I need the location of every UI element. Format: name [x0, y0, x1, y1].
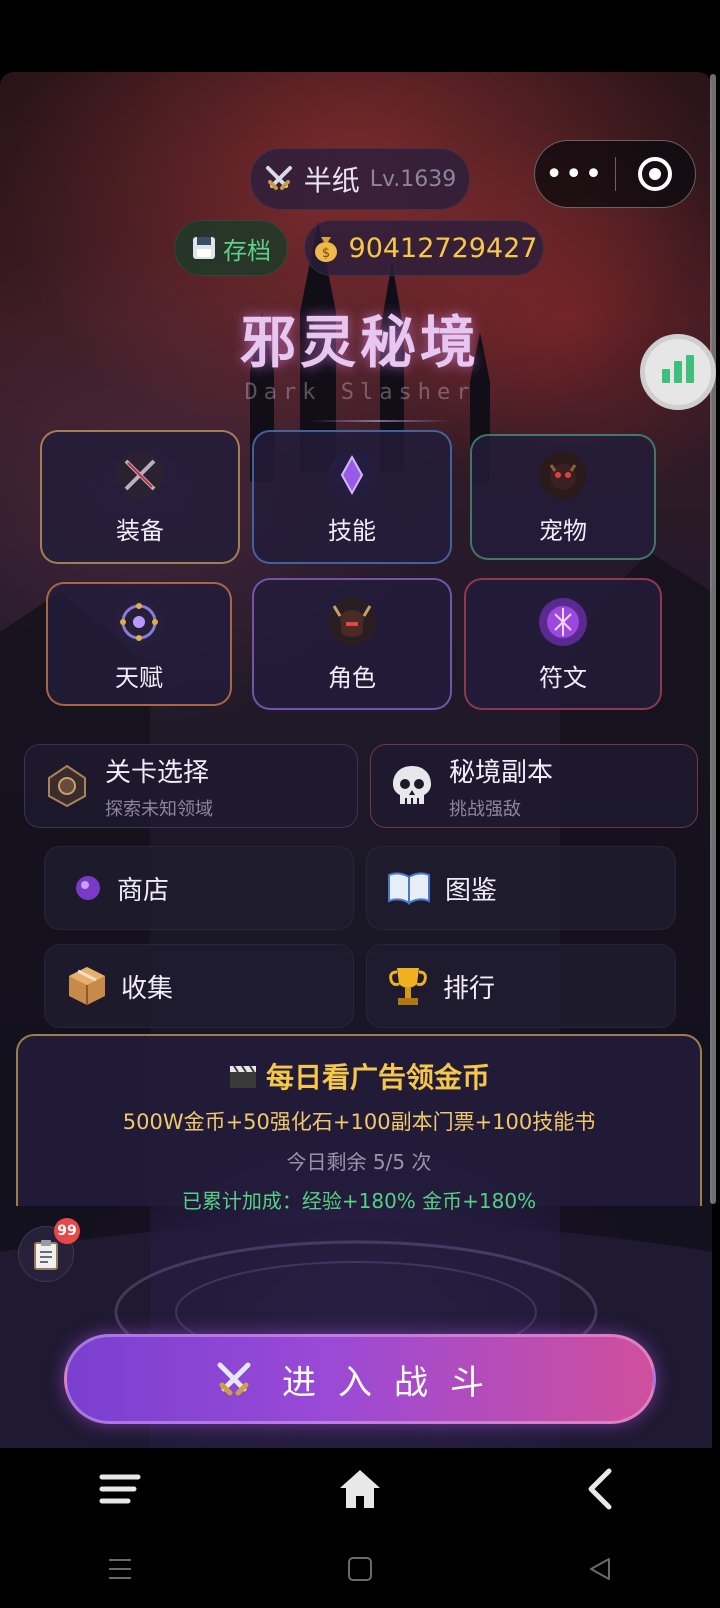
scrollbar[interactable]	[710, 74, 716, 1204]
tile-talents[interactable]: 天赋	[46, 582, 232, 706]
nav-back-button[interactable]	[480, 1467, 720, 1511]
dungeon-title: 秘境副本	[449, 757, 554, 788]
compass-emblem-icon	[48, 764, 86, 808]
enter-battle-button[interactable]: 进入战斗	[64, 1334, 656, 1424]
svg-text:$: $	[321, 246, 329, 261]
talent-tree-icon	[115, 597, 163, 646]
target-icon	[638, 157, 673, 191]
open-book-icon	[388, 872, 430, 905]
game-subtitle: Dark Slasher	[244, 380, 476, 405]
task-count-badge: 99	[54, 1218, 80, 1244]
system-home-button[interactable]	[240, 1556, 480, 1582]
horned-helmet-icon	[328, 597, 376, 646]
nav-menu-button[interactable]	[0, 1471, 240, 1507]
gold-display: $ 90412729427	[304, 220, 544, 276]
tile-equipment[interactable]: 装备	[40, 430, 240, 564]
recent-apps-button[interactable]	[0, 1557, 240, 1581]
game-title: 邪灵秘境	[240, 311, 480, 376]
shop-button[interactable]: 商店	[44, 846, 354, 930]
crossed-swords-icon	[265, 166, 292, 190]
skull-icon	[393, 766, 431, 804]
battle-label: 进入战斗	[282, 1362, 506, 1403]
ad-rewards: 500W金币+50强化石+100副本门票+100技能书	[122, 1110, 596, 1134]
square-home-icon	[348, 1557, 372, 1581]
nav-home-button[interactable]	[240, 1468, 480, 1510]
rune-orb-icon	[539, 597, 587, 646]
tile-skills[interactable]: 技能	[252, 430, 452, 564]
stage-select-title: 关卡选择	[105, 757, 210, 788]
tile-label: 角色	[328, 663, 376, 692]
recent-apps-icon	[109, 1559, 131, 1579]
close-button[interactable]	[616, 157, 696, 191]
tile-character[interactable]: 角色	[252, 578, 452, 710]
tile-label: 符文	[539, 663, 587, 692]
tile-runes[interactable]: 符文	[464, 578, 662, 710]
clipboard-icon	[34, 1240, 58, 1270]
crossed-swords-icon	[217, 1362, 251, 1396]
home-icon	[340, 1470, 380, 1508]
demon-pet-icon	[539, 450, 587, 499]
dungeon-sub: 挑战强敌	[449, 798, 521, 820]
stage-select-sub: 探索未知领域	[105, 798, 213, 820]
codex-button[interactable]: 图鉴	[366, 846, 676, 930]
tile-label: 技能	[328, 516, 376, 545]
player-level: Lv.1639	[369, 166, 457, 192]
daily-ad-card[interactable]: 每日看广告领金币 500W金币+50强化石+100副本门票+100技能书 今日剩…	[16, 1034, 702, 1213]
purple-gem-icon	[76, 876, 100, 900]
clapperboard-icon	[229, 1065, 256, 1088]
save-label: 存档	[223, 236, 271, 265]
triangle-back-icon	[590, 1558, 610, 1580]
ad-bonus: 已累计加成：经验+180% 金币+180%	[181, 1189, 537, 1213]
ad-title: 每日看广告领金币	[265, 1061, 490, 1094]
magic-crystal-icon	[328, 450, 376, 499]
save-button[interactable]: 存档	[174, 220, 288, 276]
app-nav-bar	[0, 1448, 720, 1530]
tile-label: 装备	[116, 516, 164, 545]
title-divider	[310, 420, 450, 422]
dungeon-button[interactable]: 秘境副本 挑战强敌	[370, 744, 698, 828]
money-bag-icon: $	[314, 237, 337, 262]
trophy-icon	[389, 968, 427, 1005]
menu-label: 收集	[121, 973, 174, 1004]
player-info[interactable]: 半纸 Lv.1639	[250, 148, 470, 210]
ranking-button[interactable]: 排行	[366, 944, 676, 1028]
hamburger-menu-icon	[99, 1474, 141, 1504]
more-button[interactable]: •••	[535, 157, 615, 192]
ad-remaining: 今日剩余 5/5 次	[286, 1150, 432, 1174]
system-back-button[interactable]	[480, 1556, 720, 1582]
status-bar	[0, 0, 720, 72]
tile-label: 天赋	[115, 663, 163, 692]
package-box-icon	[69, 967, 105, 1005]
tile-label: 宠物	[539, 516, 587, 545]
system-nav-bar	[0, 1530, 720, 1608]
gold-amount: 90412729427	[348, 232, 538, 264]
collection-button[interactable]: 收集	[44, 944, 354, 1028]
chevron-left-icon	[588, 1468, 612, 1510]
menu-label: 图鉴	[445, 875, 498, 906]
menu-label: 排行	[443, 973, 496, 1004]
crossed-swords-icon	[116, 450, 164, 499]
player-name: 半纸	[303, 164, 360, 197]
mini-program-capsule: •••	[534, 140, 696, 208]
floppy-disk-icon	[193, 237, 215, 259]
tile-pets[interactable]: 宠物	[470, 434, 656, 560]
stage-select-button[interactable]: 关卡选择 探索未知领域	[24, 744, 358, 828]
menu-label: 商店	[117, 875, 170, 906]
